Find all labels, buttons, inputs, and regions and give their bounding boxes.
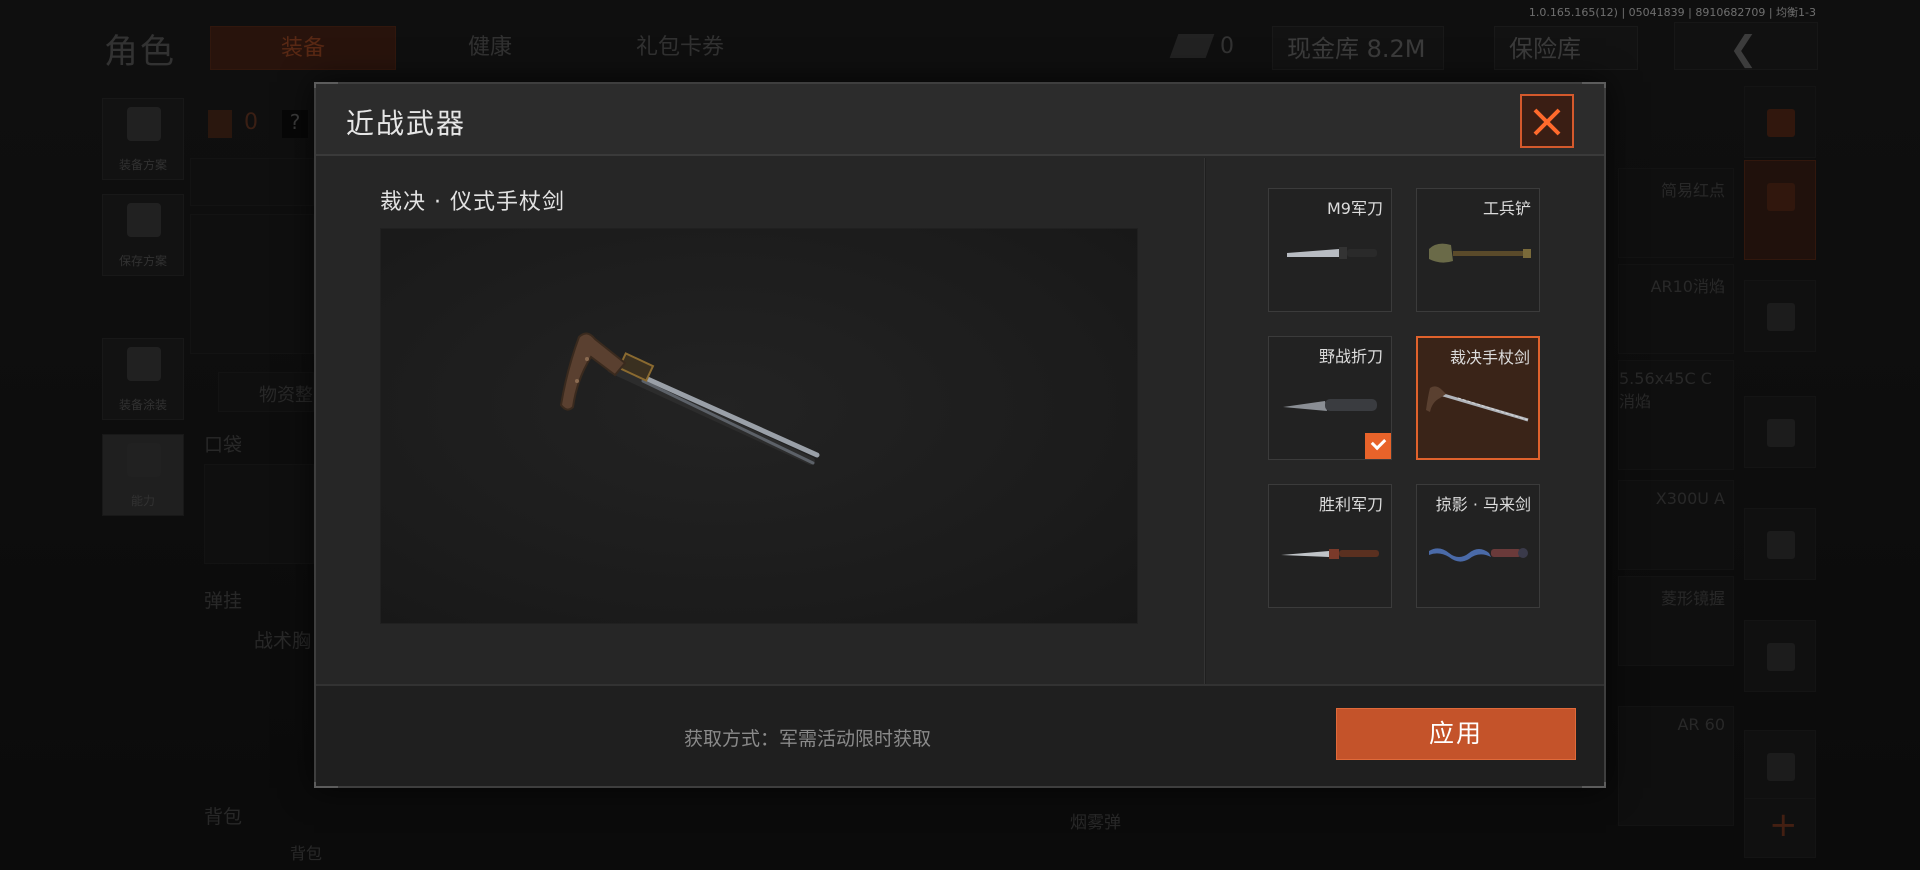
acquire-method-text: 获取方式：军需活动限时获取 [684,728,932,750]
weapon-card-name: 裁决手杖剑 [1449,348,1530,367]
preview-weapon-name: 裁决 · 仪式手杖剑 [380,190,565,215]
weapon-card-victory-saber[interactable]: 胜利军刀 [1268,484,1392,608]
weapon-card-m9[interactable]: M9军刀 [1268,188,1392,312]
kris-icon [1429,548,1528,562]
weapon-card-shovel[interactable]: 工兵铲 [1416,188,1540,312]
cane-sword-render [559,332,820,465]
weapon-card-name: 野战折刀 [1318,347,1383,366]
weapon-card-kris[interactable]: 掠影 · 马来剑 [1416,484,1540,608]
bayonet-icon [1287,247,1377,259]
melee-weapon-dialog: 近战武器 裁决 · 仪式手杖剑 M9军刀 工兵铲 野战折刀 裁决手杖剑 胜利军刀… [314,82,1606,788]
divider [1204,158,1206,686]
saber-icon [1281,549,1379,559]
weapon-card-folding-knife[interactable]: 野战折刀 [1268,336,1392,460]
cane-sword-icon [1426,386,1529,422]
apply-button[interactable]: 应用 [1336,708,1576,760]
dialog-footer: 获取方式：军需活动限时获取 应用 [316,684,1604,786]
weapon-card-name: M9军刀 [1327,199,1383,218]
equipped-check-icon [1365,433,1391,459]
weapon-card-name: 胜利军刀 [1318,495,1383,514]
dialog-header: 近战武器 [316,84,1604,156]
weapon-card-cane-sword[interactable]: 裁决手杖剑 [1416,336,1540,460]
shovel-icon [1429,243,1531,263]
weapon-card-name: 工兵铲 [1482,199,1531,218]
weapon-card-name: 掠影 · 马来剑 [1435,495,1531,514]
close-button[interactable] [1520,94,1574,148]
weapon-preview[interactable] [380,228,1138,624]
dialog-title: 近战武器 [346,107,467,140]
